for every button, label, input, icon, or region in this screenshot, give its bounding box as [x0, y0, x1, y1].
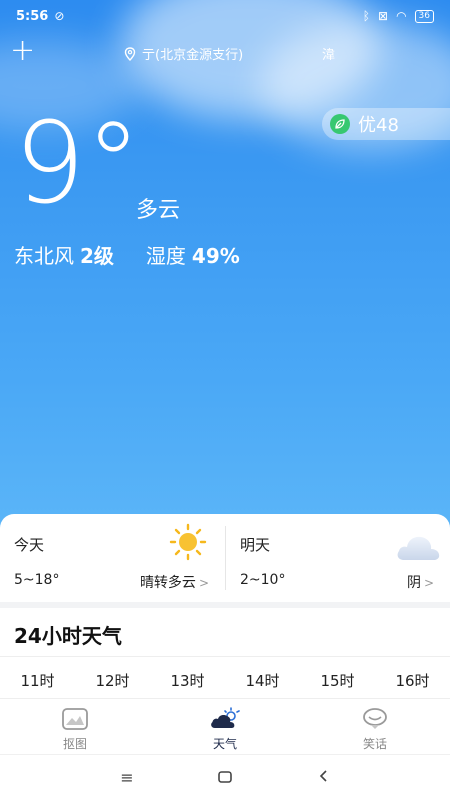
- weather-description: 多云: [136, 198, 181, 223]
- system-nav-bar: ≡: [0, 754, 450, 800]
- air-quality-badge[interactable]: 优48: [322, 108, 450, 140]
- forecast-day-label: 明天: [240, 536, 271, 554]
- forecast-condition: 晴转多云 >: [139, 575, 209, 591]
- leaf-icon: [330, 114, 350, 134]
- location-pin-icon: [124, 46, 136, 61]
- home-button[interactable]: [214, 767, 236, 789]
- conditions-row: 东北风 2级 湿度 49%: [14, 240, 240, 269]
- humidity-label: 湿度: [145, 244, 186, 268]
- hour-label: 16时: [395, 672, 430, 690]
- menu-icon[interactable]: ≡: [116, 767, 138, 789]
- back-icon[interactable]: [313, 767, 335, 789]
- wind-info: 东北风 2级: [14, 240, 114, 269]
- tab-jokes[interactable]: 笑话: [335, 707, 415, 752]
- forecast-temp-range: 5~18°: [14, 572, 60, 588]
- status-bar: 5:56 ⊘ ᛒ ⊠ ◠ 36: [0, 0, 450, 32]
- chevron-right-icon: >: [423, 576, 434, 590]
- cloud-icon: [397, 536, 440, 560]
- forecast-today[interactable]: 今天 5~18° 晴转多云 >: [0, 514, 225, 602]
- hourly-title: 24小时天气: [14, 624, 122, 648]
- weather-icon: [211, 707, 240, 728]
- battery-icon: 36: [414, 9, 434, 23]
- aqi-value: 优48: [358, 115, 399, 136]
- location-selector[interactable]: 亍(北京金源支行): [124, 44, 243, 63]
- hour-label: 11时: [20, 672, 55, 690]
- hourly-list[interactable]: 11时 12时 13时 14时 15时 16时: [0, 670, 450, 691]
- forecast-card: 今天 5~18° 晴转多云 > 明天 2~10° 阴 >: [0, 514, 450, 602]
- status-time: 5:56: [16, 8, 49, 24]
- current-temperature: 9°: [14, 99, 142, 229]
- tab-label: 天气: [212, 737, 237, 751]
- bottom-tab-bar: 抠图 天气 笑话: [0, 698, 450, 754]
- chevron-right-icon: >: [198, 576, 209, 590]
- wifi-icon: ◠: [396, 9, 407, 23]
- forecast-temp-range: 2~10°: [240, 572, 286, 588]
- tab-label: 抠图: [62, 737, 87, 751]
- tab-weather[interactable]: 天气: [185, 707, 265, 752]
- forecast-tomorrow[interactable]: 明天 2~10° 阴 >: [225, 526, 450, 591]
- add-city-button[interactable]: +: [10, 36, 36, 68]
- hour-label: 15时: [320, 672, 355, 690]
- wind-value: 2级: [80, 244, 114, 268]
- top-bar: + 亍(北京金源支行) 湋: [0, 36, 450, 68]
- tab-cutout[interactable]: 抠图: [35, 707, 115, 752]
- status-icons: ᛒ ⊠ ◠ 36: [363, 9, 434, 23]
- forecast-day-label: 今天: [14, 536, 45, 554]
- section-divider: [0, 602, 450, 608]
- bluetooth-icon: ᛒ: [362, 9, 370, 23]
- forecast-condition: 阴 >: [406, 575, 434, 591]
- location-name: 亍(北京金源支行): [142, 48, 244, 63]
- divider: [0, 656, 450, 657]
- sim-icon: ⊠: [378, 9, 389, 23]
- hour-label: 13时: [170, 672, 205, 690]
- humidity-info: 湿度 49%: [146, 240, 240, 269]
- weather-hero: 5:56 ⊘ ᛒ ⊠ ◠ 36 + 亍(北京金源支行) 湋 优48 9° 多云 …: [0, 0, 450, 540]
- tab-label: 笑话: [362, 737, 387, 751]
- chat-icon: [363, 708, 387, 729]
- image-icon: [62, 708, 88, 730]
- hour-label: 12时: [95, 672, 130, 690]
- wind-label: 东北风: [14, 244, 74, 268]
- mute-icon: ⊘: [54, 9, 65, 23]
- hour-label: 14时: [245, 672, 280, 690]
- sun-icon: [169, 523, 207, 561]
- humidity-value: 49%: [191, 244, 240, 268]
- topbar-right-text: 湋: [322, 48, 336, 63]
